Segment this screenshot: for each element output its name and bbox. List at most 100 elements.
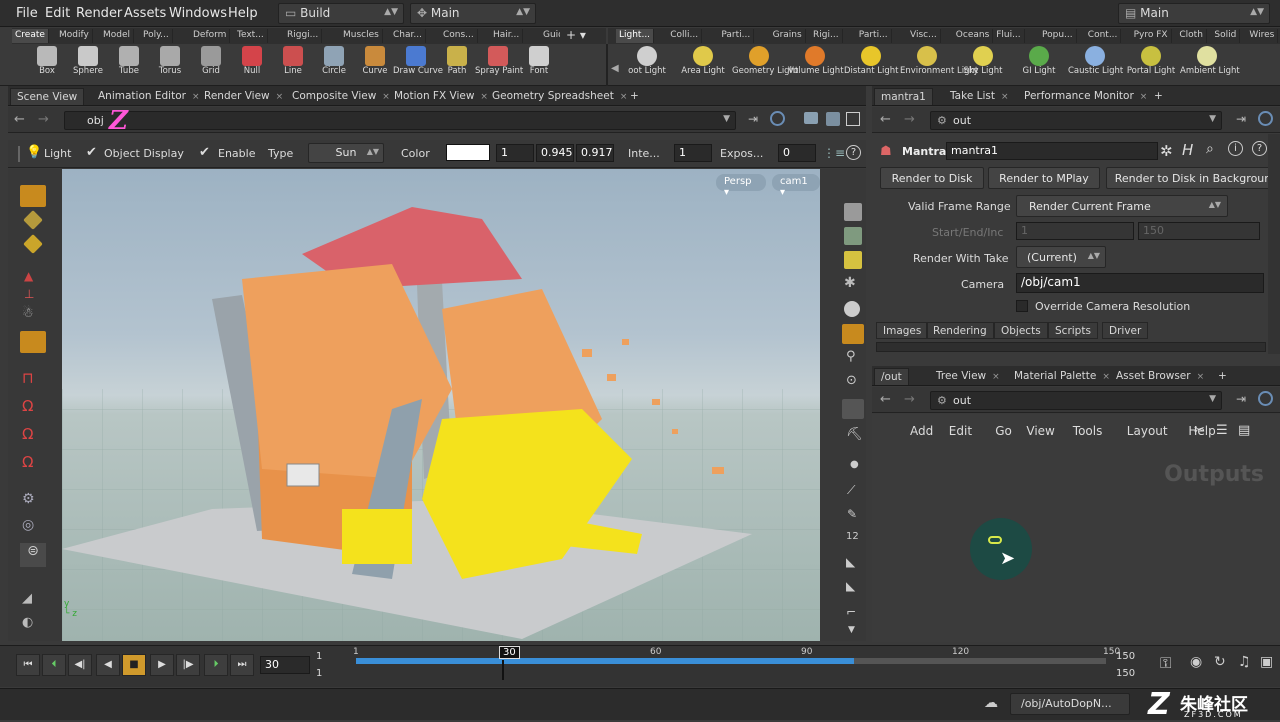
gear-icon[interactable]: ✲ — [1160, 142, 1173, 160]
right-bottom-path-field[interactable]: out ⚙ ▼ — [930, 391, 1222, 410]
tool-box[interactable]: Box — [24, 46, 70, 84]
tool-volume-light[interactable]: Volume Light — [788, 46, 844, 84]
search-icon[interactable]: ⌕ — [1206, 141, 1214, 157]
expand-down-icon[interactable]: ▼ — [848, 625, 855, 635]
scene-viewport[interactable]: Persp ▾ cam1 ▾ y └ z — [62, 169, 820, 641]
tool-torus[interactable]: Torus — [147, 46, 193, 84]
mantra-node-icon[interactable] — [988, 536, 1002, 544]
audio-icon[interactable]: ♫ — [1238, 654, 1251, 670]
display-options-icon[interactable] — [804, 112, 818, 124]
network-menu-item[interactable]: Go — [995, 424, 1012, 438]
render-region-icon[interactable]: ◢ — [22, 591, 32, 606]
forward-arrow-icon[interactable]: → — [904, 112, 915, 127]
scroll-left-icon[interactable]: ◀ — [611, 63, 619, 74]
tool-ambient-light[interactable]: Ambient Light — [1180, 46, 1240, 84]
info-icon[interactable]: i — [1228, 141, 1243, 156]
pane-tab[interactable]: Material Palette × — [1008, 368, 1116, 385]
close-icon[interactable]: × — [1001, 92, 1009, 102]
settings-icon[interactable]: ▣ — [1260, 654, 1273, 670]
flipbook-icon[interactable]: ◐ — [22, 615, 33, 630]
tool-distant-light[interactable]: Distant Light — [844, 46, 899, 84]
snap-tool-icon[interactable]: ◎ — [22, 517, 34, 533]
next-key-icon[interactable]: ⏵ — [204, 654, 228, 676]
handle-tool-icon[interactable]: ▲ — [24, 269, 33, 283]
settings-sliders-icon[interactable]: ⋮≡ — [823, 146, 845, 160]
add-tab-icon[interactable]: + — [624, 88, 645, 105]
pane-tab[interactable]: Take List × — [944, 88, 1015, 105]
network-menu-item[interactable]: View — [1026, 424, 1054, 438]
character-tool-icon[interactable]: ☃ — [22, 306, 34, 321]
pane-tab[interactable]: /out — [874, 368, 909, 385]
tools-icon[interactable]: ✂ — [1194, 423, 1205, 438]
network-menu-item[interactable]: Add — [910, 424, 933, 438]
lock-icon[interactable] — [844, 251, 862, 269]
camera-menu[interactable]: cam1 ▾ — [772, 174, 820, 198]
current-frame-field[interactable]: 30 — [260, 656, 310, 674]
pin-icon[interactable]: ⇥ — [1236, 112, 1246, 126]
object-display-check-icon[interactable]: ✔ — [86, 145, 97, 160]
close-icon[interactable]: × — [1140, 92, 1148, 102]
corner-icon[interactable]: ⌐ — [846, 605, 856, 619]
forward-arrow-icon[interactable]: → — [38, 112, 49, 127]
end-frame-field[interactable]: 150 — [1138, 222, 1260, 240]
tool-gi-light[interactable]: GI Light — [1012, 46, 1066, 84]
capture-tool-icon[interactable]: ⊜ — [20, 543, 46, 567]
prev-key-icon[interactable]: ⏴ — [42, 654, 66, 676]
menu-file[interactable]: File — [16, 6, 38, 21]
render-to-disk-button[interactable]: Render to Disk — [880, 167, 984, 189]
close-icon[interactable]: × — [1102, 372, 1110, 382]
help-icon[interactable]: ? — [846, 145, 861, 160]
tool-line[interactable]: Line — [270, 46, 316, 84]
tool-tube[interactable]: Tube — [106, 46, 152, 84]
light-tool-icon[interactable] — [20, 331, 46, 353]
camera-field[interactable]: /obj/cam1 — [1016, 273, 1264, 293]
tool-area-light[interactable]: Area Light — [676, 46, 730, 84]
tool-spray-paint[interactable]: Spray Paint — [475, 46, 523, 84]
jump-start-icon[interactable]: ⏮ — [16, 654, 40, 676]
play-icon[interactable]: ▶ — [150, 654, 174, 676]
rotate-tool-icon[interactable] — [23, 234, 43, 254]
valid-frame-range-dropdown[interactable]: Render Current Frame ▲▼ — [1016, 195, 1228, 217]
maximize-icon[interactable] — [846, 112, 860, 126]
mantra-subtab[interactable]: Scripts — [1048, 322, 1098, 339]
close-icon[interactable]: × — [992, 372, 1000, 382]
pin-icon[interactable]: ⇥ — [1236, 392, 1246, 406]
color-r-field[interactable]: 1 — [496, 144, 534, 162]
menu-assets[interactable]: Assets — [124, 6, 166, 21]
texture-icon[interactable]: ⛏ — [846, 427, 863, 442]
override-checkbox[interactable] — [1016, 300, 1028, 312]
network-editor[interactable]: Add Edit Go View Tools Layout Help ✂ ☰ ▤ Outpu… — [872, 414, 1280, 642]
tool-portal-light[interactable]: Portal Light — [1124, 46, 1178, 84]
magnet-icon[interactable]: Ω — [22, 453, 33, 471]
tool-grid[interactable]: Grid — [188, 46, 234, 84]
timeline-track[interactable]: 1 30 60 90 120 150 — [353, 646, 1120, 688]
camera-icon[interactable]: ⊙ — [846, 373, 857, 388]
context-selector[interactable]: ✥ Main ▲▼ — [410, 3, 536, 24]
exposure-field[interactable]: 0 — [778, 144, 816, 162]
persp-menu[interactable]: Persp ▾ — [716, 174, 766, 198]
pane-tab[interactable]: Performance Monitor × — [1018, 88, 1153, 105]
render-background-button[interactable]: Render to Disk in Backgroun — [1106, 167, 1280, 189]
ghost-icon[interactable] — [844, 227, 862, 245]
magnet-icon[interactable]: Ω — [22, 397, 33, 415]
step-back-icon[interactable]: ◀| — [68, 654, 92, 676]
magnet-icon[interactable]: Ω — [22, 425, 33, 443]
mantra-subtab[interactable]: Rendering — [926, 322, 994, 339]
menu-render[interactable]: Render — [76, 6, 122, 21]
render-to-mplay-button[interactable]: Render to MPlay — [988, 167, 1100, 189]
tree-icon[interactable]: ☰ — [1216, 423, 1228, 438]
shading-icon[interactable] — [844, 301, 860, 317]
tool-draw-curve[interactable]: Draw Curve — [393, 46, 443, 84]
select-tool-icon[interactable] — [20, 185, 46, 207]
tool-spot-light[interactable]: oot Light — [620, 46, 674, 84]
menu-edit[interactable]: Edit — [45, 6, 70, 21]
tool-curve[interactable]: Curve — [352, 46, 398, 84]
right-top-path-field[interactable]: out ⚙ ▼ — [930, 111, 1222, 130]
enable-check-icon[interactable]: ✔ — [199, 145, 210, 160]
type-dropdown[interactable]: Sun ▲▼ — [308, 143, 384, 163]
mantra-subtab[interactable]: Objects — [994, 322, 1048, 339]
counter-icon[interactable]: 12 — [846, 531, 859, 542]
view-tool-icon[interactable]: ⚙ — [22, 491, 35, 507]
pane-tab[interactable]: Tree View × — [930, 368, 1006, 385]
vertical-scrollbar[interactable] — [1268, 134, 1280, 354]
